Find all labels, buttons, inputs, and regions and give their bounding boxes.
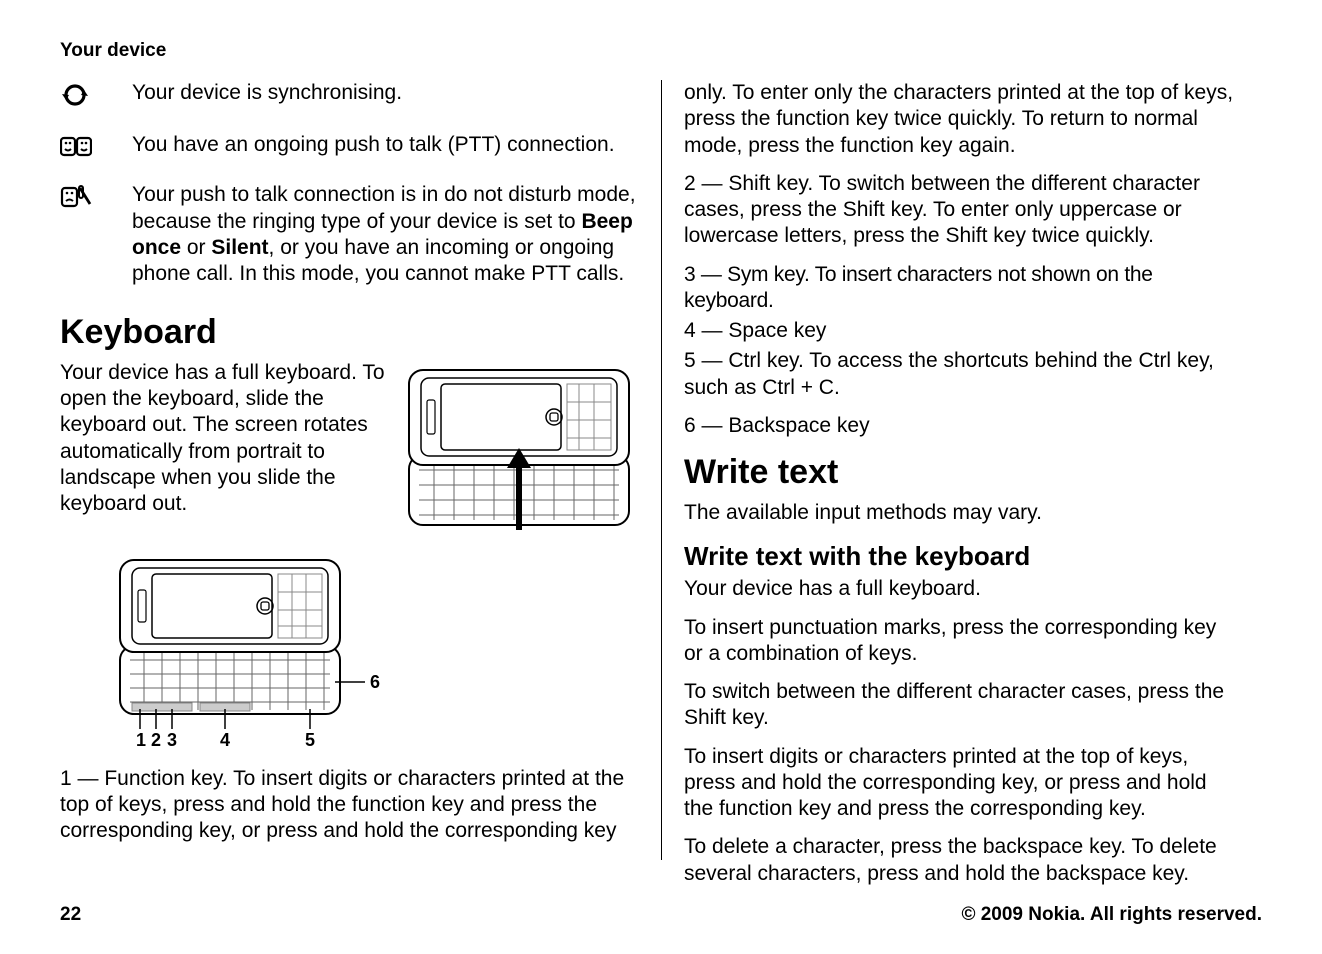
write-p2: To insert punctuation marks, press the c… — [684, 615, 1240, 668]
keyboard-open-section: Your device has a full keyboard. To open… — [60, 360, 639, 546]
page-header: Your device — [60, 40, 1262, 62]
key-desc-1-cont: only. To enter only the characters print… — [684, 80, 1240, 159]
write-text-intro: The available input methods may vary. — [684, 500, 1240, 526]
left-column: Your device is synchronising. You have a… — [60, 80, 661, 860]
sync-icon — [60, 80, 132, 108]
write-p4: To insert digits or characters printed a… — [684, 744, 1240, 823]
key-desc-3: 3 — Sym key. To insert characters not sh… — [684, 262, 1240, 315]
key-desc-6: 6 — Backspace key — [684, 413, 1240, 439]
right-column: only. To enter only the characters print… — [661, 80, 1262, 860]
page-footer: 22 © 2009 Nokia. All rights reserved. — [60, 904, 1262, 926]
device-sliding-illustration — [399, 360, 639, 540]
icon-row-sync: Your device is synchronising. — [60, 80, 639, 108]
page-number: 22 — [60, 904, 81, 926]
svg-text:2: 2 — [151, 730, 161, 750]
svg-text:1: 1 — [136, 730, 146, 750]
dnd-mid: or — [181, 236, 211, 259]
ptt-text: You have an ongoing push to talk (PTT) c… — [132, 132, 639, 158]
dnd-pre: Your push to talk connection is in do no… — [132, 183, 636, 232]
key-desc-5: 5 — Ctrl key. To access the shortcuts be… — [684, 348, 1240, 401]
ptt-ongoing-icon — [60, 132, 132, 158]
write-keyboard-heading: Write text with the keyboard — [684, 540, 1240, 573]
copyright: © 2009 Nokia. All rights reserved. — [961, 904, 1262, 926]
icon-row-ptt: You have an ongoing push to talk (PTT) c… — [60, 132, 639, 158]
icon-row-ptt-dnd: Your push to talk connection is in do no… — [60, 182, 639, 287]
keyboard-heading: Keyboard — [60, 311, 639, 354]
write-text-heading: Write text — [684, 451, 1240, 494]
ptt-dnd-icon — [60, 182, 132, 208]
svg-text:5: 5 — [305, 730, 315, 750]
dnd-bold2: Silent — [211, 236, 268, 259]
content-columns: Your device is synchronising. You have a… — [60, 80, 1262, 860]
ptt-dnd-text: Your push to talk connection is in do no… — [132, 182, 639, 287]
write-p5: To delete a character, press the backspa… — [684, 834, 1240, 887]
key-desc-1: 1 — Function key. To insert digits or ch… — [60, 766, 639, 845]
svg-text:6: 6 — [370, 672, 380, 692]
key-desc-2: 2 — Shift key. To switch between the dif… — [684, 171, 1240, 250]
svg-text:4: 4 — [220, 730, 230, 750]
sync-text: Your device is synchronising. — [132, 80, 639, 106]
device-labeled-illustration: 1 2 3 4 5 6 — [110, 554, 639, 754]
write-p1: Your device has a full keyboard. — [684, 576, 1240, 602]
write-p3: To switch between the different characte… — [684, 679, 1240, 732]
key-desc-4: 4 — Space key — [684, 318, 1240, 344]
svg-text:3: 3 — [167, 730, 177, 750]
